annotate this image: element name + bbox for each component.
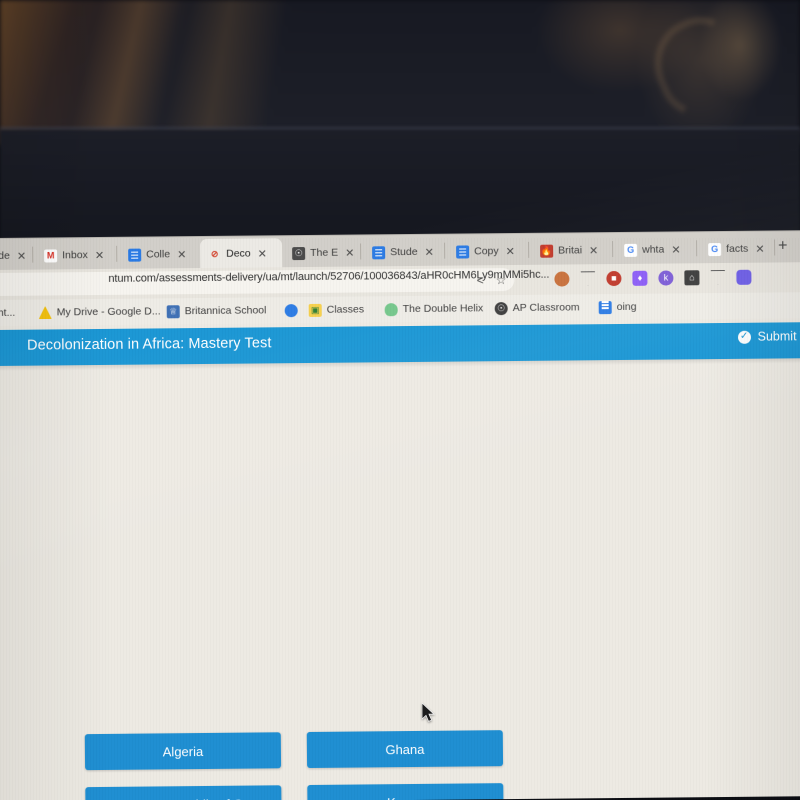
bookmark-oing[interactable]: oing (598, 298, 637, 316)
bookmark-my-drive[interactable]: My Drive - Google D... (39, 302, 161, 321)
browser-tab-active-decolonization[interactable]: ⊘ Deco ✕ (200, 238, 283, 270)
google-icon: G (624, 243, 638, 257)
google-docs-icon (372, 245, 386, 259)
tab-label: Britai (558, 244, 583, 257)
bookmark-classes[interactable]: ▣ Classes (308, 300, 365, 319)
bookmark-label: acht... (0, 306, 16, 320)
bookmark-label: The Double Helix (402, 302, 484, 316)
tab-label: Stude (390, 245, 418, 259)
choice-tile-democratic-republic-of-congo[interactable]: Democratic Republic of Congo (85, 785, 282, 800)
browser-tab-4[interactable]: ☉ The E ✕ (284, 237, 362, 268)
tab-separator (116, 245, 118, 262)
page-title: Decolonization in Africa: Mastery Test (26, 335, 272, 354)
tab-label: de (0, 249, 10, 262)
green-icon (384, 302, 398, 316)
browser-tab-9[interactable]: G facts ✕ (700, 233, 778, 264)
shield-icon[interactable] (580, 271, 595, 286)
tab-separator (612, 241, 614, 258)
tab-separator (774, 239, 776, 256)
extension-purple-puzzle-icon[interactable]: ♦ (632, 270, 648, 286)
assessment-page: Decolonization in Africa: Mastery Test ✓… (0, 318, 800, 800)
bookmark-3[interactable] (284, 301, 303, 319)
fire-icon: 🔥 (540, 244, 554, 258)
close-icon[interactable]: ✕ (95, 248, 104, 261)
tab-label: whta (642, 243, 665, 256)
close-icon[interactable]: ✕ (425, 245, 434, 258)
new-tab-button[interactable]: + (778, 237, 788, 254)
tab-label: Copy (474, 245, 499, 258)
bookmark-label: oing (616, 300, 637, 314)
tab-separator (444, 242, 446, 259)
browser-window: de ✕ M Inbox ✕ Colle ✕ ⊘ Deco ✕ ☉ The E … (0, 230, 800, 800)
bookmark-britannica[interactable]: ♕ Britannica School (166, 301, 267, 320)
extension-orange-icon[interactable] (554, 270, 570, 287)
bookmark-0[interactable]: acht... (0, 304, 15, 322)
close-icon[interactable]: ✕ (589, 244, 598, 257)
browser-tab-6[interactable]: Copy ✕ (448, 236, 528, 267)
close-icon[interactable]: ✕ (345, 246, 354, 259)
choice-label: Democratic Republic of Congo (95, 796, 271, 800)
browser-tab-1[interactable]: M Inbox ✕ (36, 240, 116, 271)
browser-tab-7[interactable]: 🔥 Britai ✕ (532, 235, 612, 266)
britannica-icon: ♕ (166, 304, 180, 318)
choice-label: Ghana (385, 741, 425, 757)
choice-tile-kenya[interactable]: Kenya (307, 783, 504, 800)
close-icon[interactable]: ✕ (17, 249, 26, 262)
close-icon[interactable]: ✕ (506, 245, 515, 258)
browser-tab-5[interactable]: Stude ✕ (364, 237, 444, 268)
tab-separator (528, 241, 530, 258)
extension-icons: ■ ♦ k ⌂ (554, 266, 752, 290)
google-icon: G (708, 242, 722, 256)
edmentum-icon: ⊘ (208, 247, 222, 261)
submit-test-label: Submit Te (757, 329, 800, 344)
submit-test-button[interactable]: ✓ Submit Te (737, 329, 800, 344)
tab-label: The E (310, 246, 339, 259)
bookmark-label: Classes (326, 303, 365, 316)
close-icon[interactable]: ✕ (177, 248, 186, 261)
tab-label: Colle (146, 248, 171, 261)
google-docs-icon (128, 248, 142, 262)
extension-k-icon[interactable]: k (658, 269, 674, 286)
tab-separator (360, 243, 362, 260)
tab-label: Inbox (62, 249, 88, 262)
browser-tab-2[interactable]: Colle ✕ (120, 239, 200, 270)
extension-violet-icon[interactable] (736, 269, 752, 285)
close-icon[interactable]: ✕ (671, 243, 680, 256)
globe-icon: ☉ (292, 246, 306, 260)
dark-photo-lower-band (0, 130, 800, 242)
tab-separator (696, 240, 698, 257)
google-docs-icon (456, 244, 470, 259)
tab-label: Deco (226, 247, 251, 260)
extension-home-icon[interactable]: ⌂ (684, 269, 700, 285)
google-drive-icon (39, 306, 52, 319)
gmail-icon: M (44, 248, 58, 263)
choice-label: Algeria (162, 743, 204, 759)
choice-tile-algeria[interactable]: Algeria (84, 732, 282, 771)
google-classroom-icon: ▣ (308, 303, 322, 317)
check-circle-icon: ✓ (737, 330, 751, 344)
bookmark-label: Britannica School (184, 304, 267, 318)
photo-of-laptop-screen: de ✕ M Inbox ✕ Colle ✕ ⊘ Deco ✕ ☉ The E … (0, 0, 800, 800)
browser-tab-0[interactable]: de ✕ (0, 241, 32, 272)
bookmark-ap-classroom[interactable]: ☉ AP Classroom (494, 298, 580, 317)
browser-tab-8[interactable]: G whta ✕ (616, 234, 696, 265)
close-icon[interactable]: ✕ (258, 247, 267, 260)
blue-circle-icon (284, 303, 298, 317)
google-docs-icon (598, 300, 612, 314)
close-icon[interactable]: ✕ (755, 242, 764, 255)
tab-separator (32, 246, 34, 263)
choice-tile-ghana[interactable]: Ghana (306, 730, 504, 769)
bookmark-double-helix[interactable]: The Double Helix (384, 299, 484, 318)
bookmark-label: My Drive - Google D... (56, 305, 161, 319)
bookmark-label: AP Classroom (512, 301, 580, 315)
tab-label: facts (726, 242, 749, 255)
choice-label: Kenya (387, 794, 424, 800)
globe-icon: ☉ (494, 301, 508, 315)
shield-outline-icon[interactable] (710, 269, 725, 284)
extension-red-icon[interactable]: ■ (606, 270, 622, 286)
